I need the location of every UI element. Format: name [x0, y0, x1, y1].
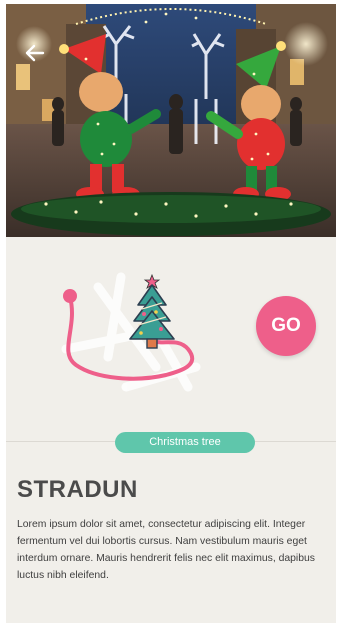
- route-start-marker: [63, 289, 77, 303]
- place-detail-screen: GO Christmas tree STRADUN Lorem ipsum do…: [6, 4, 336, 623]
- place-title: STRADUN: [17, 476, 138, 503]
- hero-photo: [6, 4, 336, 237]
- christmas-tree-icon: [129, 273, 175, 349]
- arrow-left-icon: [25, 44, 45, 62]
- go-button[interactable]: GO: [256, 296, 316, 356]
- back-button[interactable]: [20, 38, 50, 68]
- place-description: Lorem ipsum dolor sit amet, consectetur …: [17, 519, 315, 581]
- category-tag: Christmas tree: [115, 432, 255, 453]
- hero-photo-illustration: [6, 4, 336, 237]
